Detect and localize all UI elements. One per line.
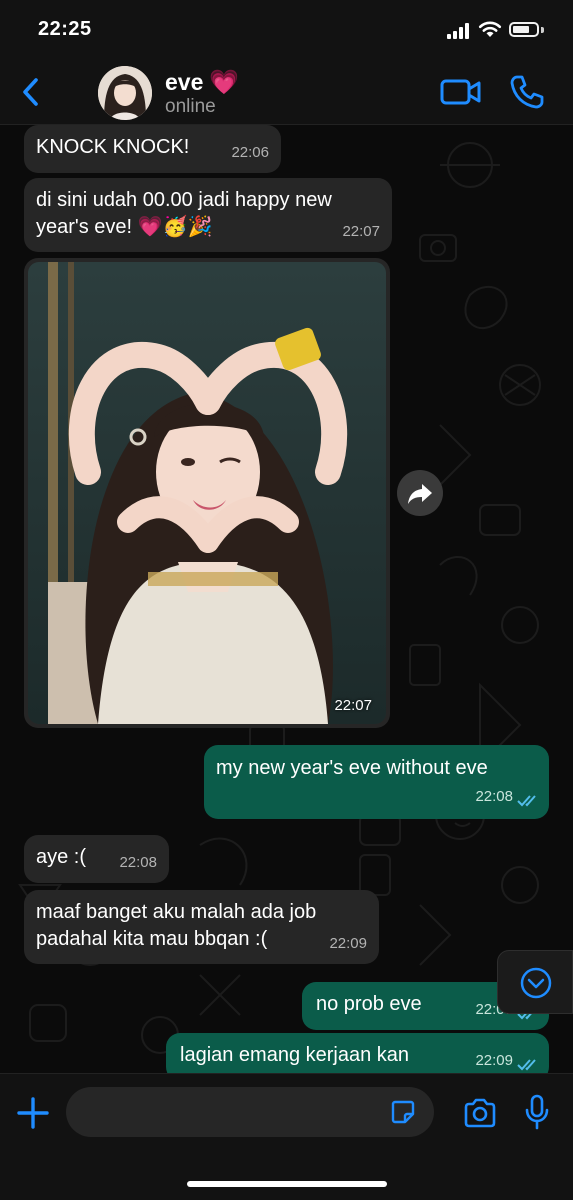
message-bubble-incoming[interactable]: di sini udah 00.00 jadi happy new year's… — [24, 178, 392, 252]
camera-icon[interactable] — [463, 1098, 497, 1128]
chat-area[interactable]: KNOCK KNOCK! 22:06 di sini udah 00.00 ja… — [0, 125, 573, 1073]
message-input-bar — [0, 1073, 573, 1200]
message-time: 22:07 — [342, 223, 380, 240]
message-bubble-incoming[interactable]: maaf banget aku malah ada job padahal ki… — [24, 890, 379, 964]
chevron-down-circle-icon — [520, 967, 552, 999]
message-bubble-outgoing[interactable]: my new year's eve without eve 22:08 — [204, 745, 549, 819]
shared-photo[interactable]: 22:07 — [28, 262, 386, 724]
avatar[interactable] — [98, 66, 152, 120]
message-text: my new year's eve without eve — [216, 757, 488, 779]
message-text-line-1: maaf banget aku malah ada job — [36, 901, 317, 923]
forward-arrow-icon — [408, 484, 432, 504]
message-time: 22:09 — [475, 1052, 513, 1069]
scroll-to-bottom-button[interactable] — [497, 950, 573, 1014]
status-bar: 22:25 — [0, 0, 573, 56]
plus-icon[interactable] — [16, 1096, 50, 1130]
message-time: 22:09 — [329, 935, 367, 952]
message-time: 22:08 — [475, 788, 513, 805]
message-bubble-outgoing[interactable]: lagian emang kerjaan kan 22:09 — [166, 1033, 549, 1073]
chat-header: eve 💗 online — [0, 56, 573, 125]
heart-emoji: 💗 — [209, 69, 240, 96]
battery-icon — [509, 22, 539, 37]
signal-icon — [447, 23, 473, 39]
message-time: 22:08 — [119, 854, 157, 871]
photo-message-bubble[interactable]: 22:07 — [24, 258, 390, 728]
message-bubble-incoming[interactable]: aye :( 22:08 — [24, 835, 169, 883]
sticker-icon[interactable] — [390, 1099, 416, 1125]
message-bubble-incoming[interactable]: KNOCK KNOCK! 22:06 — [24, 125, 281, 173]
video-call-icon[interactable] — [440, 76, 482, 108]
home-indicator — [187, 1181, 387, 1187]
message-time: 22:06 — [231, 144, 269, 161]
battery-cap — [541, 27, 544, 33]
contact-name[interactable]: eve 💗 — [165, 68, 239, 97]
contact-name-text: eve — [165, 69, 204, 95]
photo-time: 22:07 — [334, 697, 372, 714]
message-text-line-2: year's eve! 💗🥳🎉 — [36, 216, 213, 238]
message-input[interactable] — [66, 1087, 434, 1137]
message-text-line-1: di sini udah 00.00 jadi happy new — [36, 189, 332, 211]
back-chevron-icon[interactable] — [18, 74, 46, 110]
message-text-line-2: padahal kita mau bbqan :( — [36, 928, 268, 950]
contact-status: online — [165, 96, 216, 117]
read-receipt-icon — [517, 1059, 536, 1071]
whatsapp-chat-screen: 22:25 eve 💗 online KNOCK KNOCK! 22:06 di… — [0, 0, 573, 1200]
phone-icon[interactable] — [509, 74, 545, 110]
read-receipt-icon — [517, 795, 536, 807]
status-time: 22:25 — [38, 18, 92, 40]
wifi-icon — [478, 21, 502, 37]
microphone-icon[interactable] — [523, 1094, 551, 1130]
forward-button[interactable] — [397, 470, 443, 516]
